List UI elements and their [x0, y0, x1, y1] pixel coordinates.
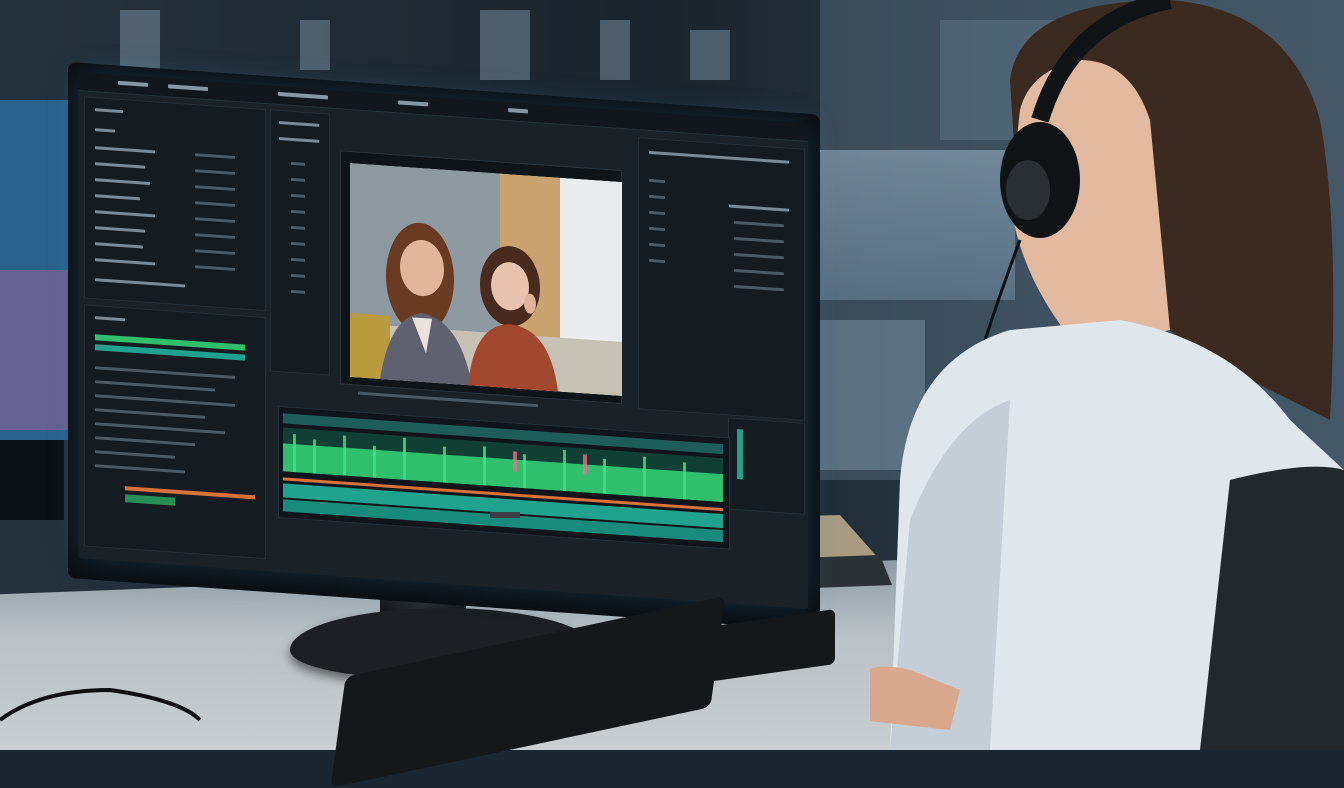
person-with-headphones	[870, 0, 1344, 750]
photo-scene	[0, 0, 1344, 788]
monitor-brand-logo	[490, 512, 520, 518]
